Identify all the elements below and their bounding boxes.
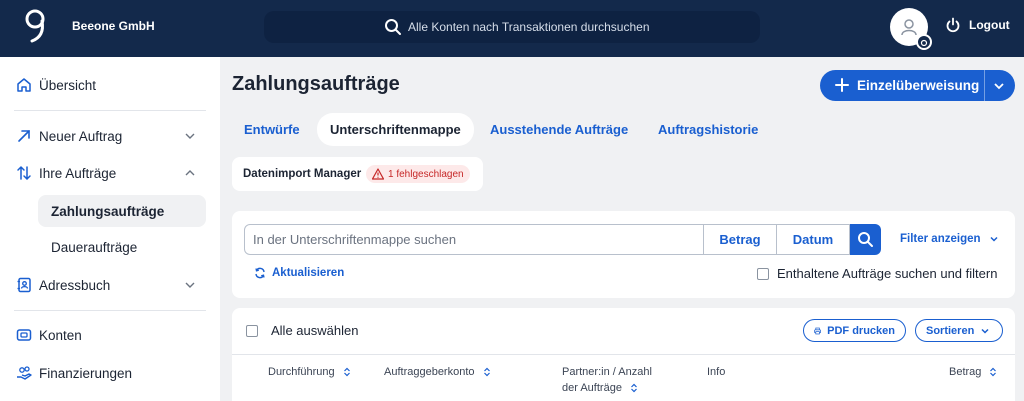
page-title: Zahlungsaufträge (232, 73, 400, 95)
column-label: Info (707, 366, 726, 378)
top-bar: Beeone GmbH Alle Konten nach Transaktion… (0, 0, 1024, 57)
filter-toggle-button[interactable]: Filter anzeigen (900, 233, 999, 245)
refresh-icon (255, 267, 265, 279)
chevron-down-icon (185, 133, 195, 139)
betrag-filter-button[interactable]: Betrag (703, 224, 777, 255)
tab-entwuerfe[interactable]: Entwürfe (244, 113, 300, 146)
settings-badge-icon (916, 34, 932, 50)
sort-arrows-icon (343, 367, 350, 377)
orders-list-card: Alle auswählen PDF drucken Sortieren Dur… (232, 308, 1015, 401)
contact-book-icon (17, 277, 31, 293)
refresh-button[interactable]: Aktualisieren (254, 267, 344, 279)
plus-icon (835, 78, 849, 92)
sidebar-item-konten[interactable]: Konten (0, 317, 220, 353)
sort-label: Sortieren (926, 324, 975, 337)
sidebar-item-neuer-auftrag[interactable]: Neuer Auftrag (0, 118, 220, 154)
arrows-updown-icon (17, 165, 31, 181)
sidebar-item-label: Neuer Auftrag (39, 128, 123, 144)
column-header-auftraggeberkonto[interactable]: Auftraggeberkonto (384, 364, 491, 380)
button-separator (984, 70, 985, 101)
power-icon (946, 17, 960, 33)
sidebar-item-label: Adressbuch (39, 277, 111, 293)
warning-icon (372, 168, 384, 180)
column-label: Auftraggeberkonto (384, 366, 475, 378)
printer-icon (814, 327, 821, 334)
chevron-down-icon (185, 282, 195, 288)
import-manager-label: Datenimport Manager (243, 168, 362, 180)
global-search-placeholder: Alle Konten nach Transaktionen durchsuch… (408, 20, 650, 34)
sidebar-item-ihre-auftraege[interactable]: Ihre Aufträge (0, 155, 220, 191)
tab-auftragshistorie[interactable]: Auftragshistorie (658, 113, 758, 146)
einzelueberweisung-label: Einzelüberweisung (857, 78, 980, 93)
divider (14, 310, 206, 311)
hand-coins-icon (17, 366, 32, 380)
chevron-up-icon (185, 170, 195, 176)
sidebar-item-label: Konten (39, 327, 82, 343)
search-icon (385, 19, 401, 35)
user-avatar[interactable] (890, 8, 932, 50)
import-manager-card[interactable]: Datenimport Manager 1 fehlgeschlagen (232, 157, 483, 191)
select-all-label: Alle auswählen (271, 323, 359, 338)
chevron-down-icon (990, 236, 998, 242)
sidebar-item-uebersicht[interactable]: Übersicht (0, 67, 220, 103)
mappe-search-input[interactable]: In der Unterschriftenmappe suchen (244, 224, 704, 255)
import-error-text: 1 fehlgeschlagen (388, 168, 464, 180)
einzelueberweisung-button[interactable]: Einzelüberweisung (820, 70, 1015, 101)
wallet-icon (16, 329, 32, 341)
tab-ausstehende-auftraege[interactable]: Ausstehende Aufträge (490, 113, 628, 146)
contained-orders-checkbox[interactable]: Enthaltene Aufträge suchen und filtern (757, 266, 997, 281)
sort-button[interactable]: Sortieren (915, 319, 1003, 342)
select-all-checkbox[interactable]: Alle auswählen (246, 323, 358, 338)
sort-arrows-icon (483, 367, 490, 377)
contained-orders-label: Enthaltene Aufträge suchen und filtern (777, 266, 998, 281)
filter-toggle-label: Filter anzeigen (900, 233, 981, 245)
sidebar-item-label: Ihre Aufträge (39, 165, 117, 181)
sidebar-item-finanzierungen[interactable]: Finanzierungen (0, 355, 220, 391)
sort-arrows-icon (631, 383, 637, 393)
logout-button[interactable]: Logout (945, 17, 1010, 33)
chevron-down-icon (981, 328, 989, 334)
tab-unterschriftenmappe[interactable]: Unterschriftenmappe (317, 113, 474, 146)
import-error-badge[interactable]: 1 fehlgeschlagen (366, 165, 470, 183)
column-header-partner[interactable]: Partner:in / Anzahl der Aufträge (562, 364, 652, 396)
sort-arrows-icon (990, 367, 997, 377)
logout-label: Logout (969, 18, 1010, 32)
column-label: Durchführung (268, 366, 335, 378)
chevron-down-icon[interactable] (992, 79, 1006, 93)
pdf-print-label: PDF drucken (827, 324, 895, 337)
column-header-info: Info (707, 364, 725, 380)
divider (14, 110, 206, 111)
global-search-input[interactable]: Alle Konten nach Transaktionen durchsuch… (264, 11, 760, 43)
pdf-print-button[interactable]: PDF drucken (803, 319, 906, 342)
brand-logo[interactable] (22, 8, 50, 44)
datum-filter-button[interactable]: Datum (776, 224, 850, 255)
refresh-label: Aktualisieren (272, 267, 345, 279)
divider (232, 354, 1015, 355)
sidebar-item-adressbuch[interactable]: Adressbuch (0, 267, 220, 303)
arrow-up-right-icon (18, 130, 30, 142)
search-icon (858, 232, 873, 247)
mappe-search-placeholder: In der Unterschriftenmappe suchen (253, 232, 457, 247)
sidebar-item-dauerauftraege[interactable]: Daueraufträge (38, 231, 206, 263)
sidebar-item-zahlungsauftraege[interactable]: Zahlungsaufträge (38, 195, 206, 227)
home-icon (17, 78, 31, 92)
column-label: Partner:in / Anzahl (562, 366, 652, 378)
column-label: der Aufträge (562, 382, 622, 394)
column-header-durchfuehrung[interactable]: Durchführung (268, 364, 351, 380)
company-name: Beeone GmbH (72, 19, 155, 33)
sidebar: Übersicht Neuer Auftrag Ihre Aufträge Za… (0, 57, 220, 401)
filter-card: In der Unterschriftenmappe suchen Betrag… (232, 211, 1015, 298)
checkbox[interactable] (757, 267, 769, 280)
sidebar-item-label: Übersicht (39, 77, 97, 93)
checkbox[interactable] (246, 324, 258, 337)
column-label: Betrag (949, 366, 982, 378)
search-submit-button[interactable] (850, 224, 881, 255)
column-header-betrag[interactable]: Betrag (949, 364, 997, 380)
sidebar-item-label: Finanzierungen (39, 365, 133, 381)
